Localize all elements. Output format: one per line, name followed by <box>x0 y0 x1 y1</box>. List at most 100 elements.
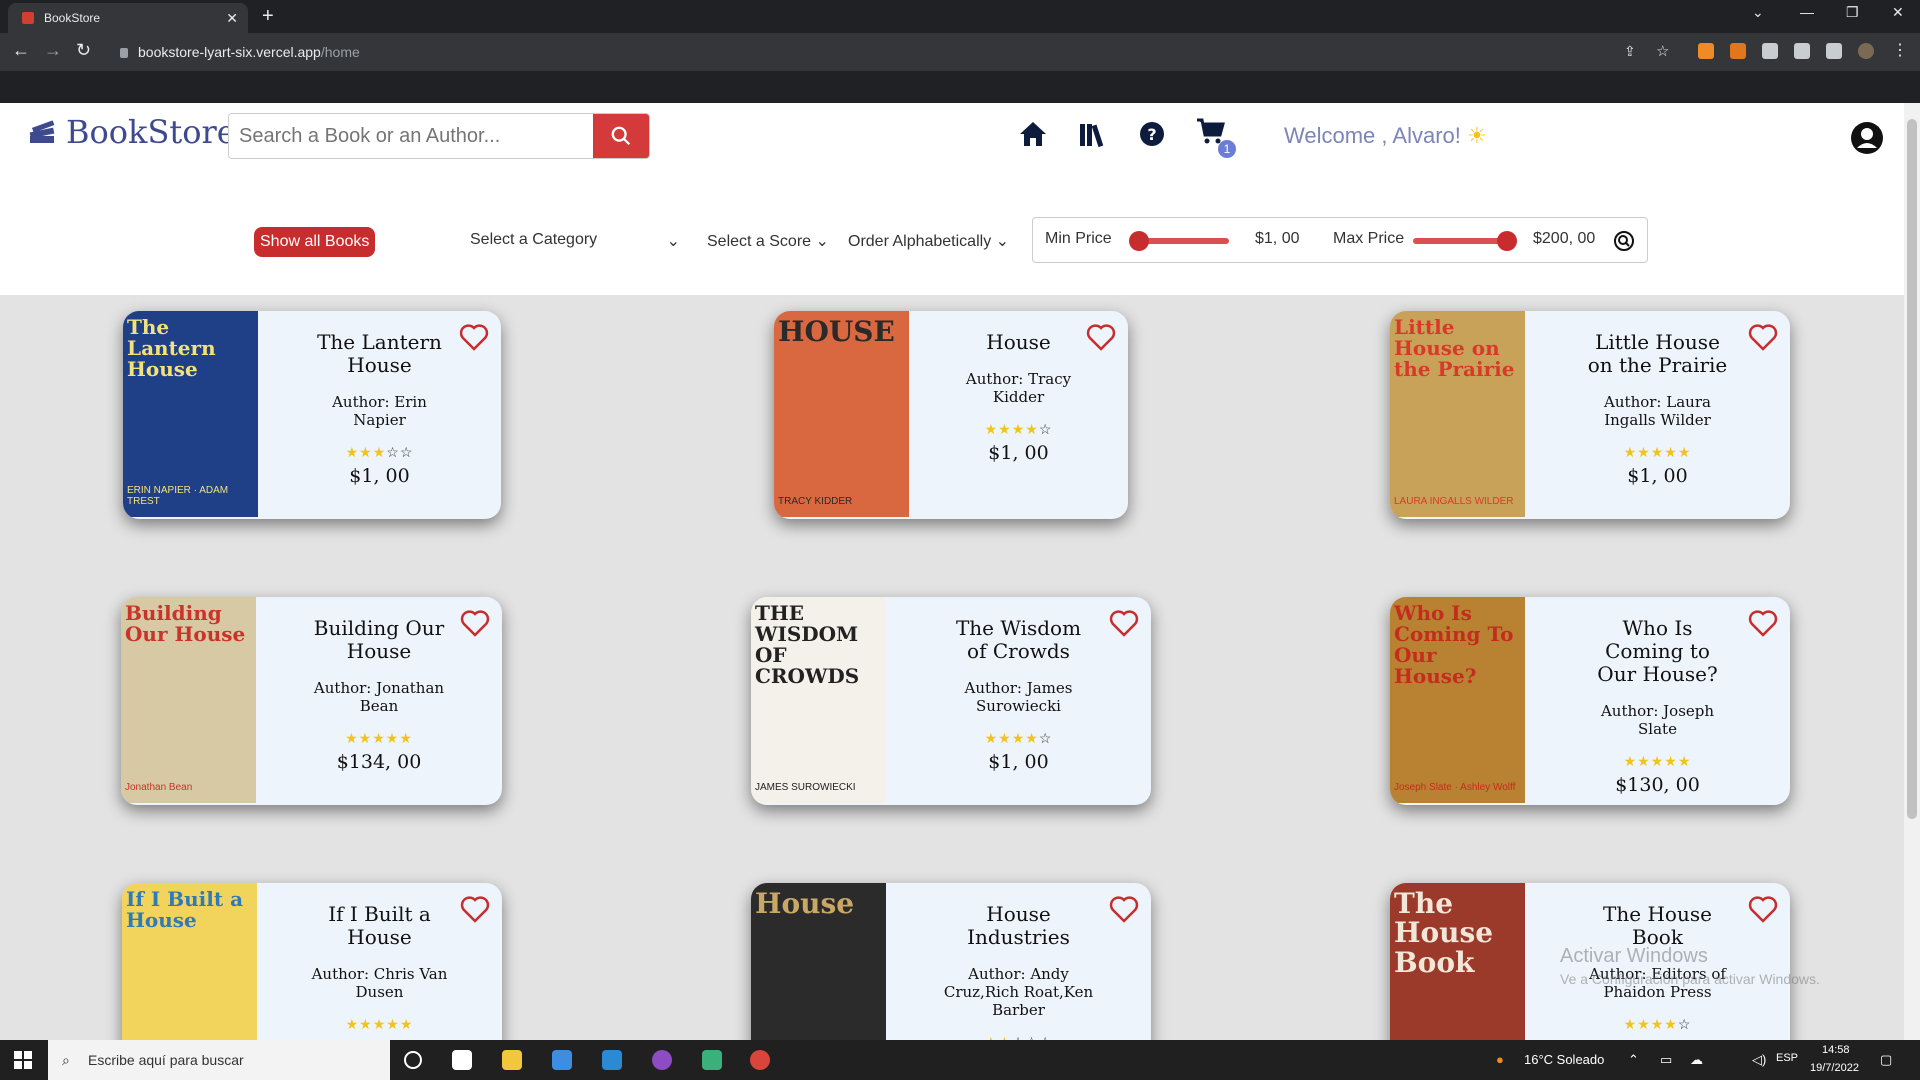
book-title[interactable]: The Lantern House <box>305 331 455 377</box>
book-cover-image[interactable]: Who Is Coming To Our House? Joseph Slate … <box>1390 597 1525 803</box>
book-cover-image[interactable]: Little House on the Prairie LAURA INGALLS… <box>1390 311 1525 517</box>
browser-tab[interactable]: BookStore ✕ <box>8 3 248 33</box>
library-icon[interactable] <box>1078 120 1108 148</box>
favorite-heart-icon[interactable] <box>1748 609 1778 637</box>
min-price-slider[interactable] <box>1129 231 1229 251</box>
max-price-slider-knob[interactable] <box>1497 231 1517 251</box>
notifications-icon[interactable]: ▢ <box>1880 1052 1892 1068</box>
cart-button[interactable]: 1 <box>1196 117 1236 158</box>
tab-search-icon[interactable]: ⌄ <box>1752 4 1764 21</box>
score-select[interactable]: Select a Score ⌄ <box>707 231 829 251</box>
star-filled-icon: ★ <box>359 445 373 461</box>
book-cover-image[interactable]: THE WISDOM OF CROWDS JAMES SUROWIECKI <box>751 597 886 803</box>
show-all-books-button[interactable]: Show all Books <box>254 227 376 257</box>
book-title[interactable]: Who Is Coming to Our House? <box>1583 617 1733 686</box>
scrollbar-thumb[interactable] <box>1907 119 1917 819</box>
new-tab-button[interactable]: + <box>262 5 274 28</box>
search-button[interactable] <box>593 114 649 158</box>
min-price-label: Min Price <box>1045 230 1112 247</box>
favorite-heart-icon[interactable] <box>1748 323 1778 351</box>
metamask-icon[interactable] <box>1730 43 1746 59</box>
bookmark-star-icon[interactable]: ☆ <box>1656 42 1669 60</box>
favorite-heart-icon[interactable] <box>1086 323 1116 351</box>
taskbar-search[interactable]: ⌕ Escribe aquí para buscar <box>48 1040 390 1080</box>
book-card[interactable]: Little House on the Prairie LAURA INGALLS… <box>1390 311 1790 519</box>
restore-button[interactable]: ❐ <box>1846 4 1859 21</box>
address-bar[interactable]: bookstore-lyart-six.vercel.app/home <box>110 38 1570 66</box>
book-card[interactable]: The Lantern House ERIN NAPIER · ADAM TRES… <box>123 311 501 519</box>
extensions-puzzle-icon[interactable] <box>1762 43 1778 59</box>
book-rating: ★★★☆☆ <box>258 445 501 461</box>
windows-start-icon[interactable] <box>14 1051 32 1069</box>
language-indicator[interactable]: ESP <box>1776 1052 1798 1064</box>
book-title[interactable]: House <box>944 331 1094 354</box>
book-card[interactable]: HOUSE TRACY KIDDER House Author: Tracy Kidd… <box>774 311 1128 519</box>
min-price-slider-knob[interactable] <box>1129 231 1149 251</box>
extension-pen-icon[interactable] <box>1698 43 1714 59</box>
task-view-icon[interactable] <box>452 1050 472 1070</box>
reload-button[interactable]: ↻ <box>76 40 91 61</box>
favorite-heart-icon[interactable] <box>459 323 489 351</box>
favorite-heart-icon[interactable] <box>1748 895 1778 923</box>
profile-avatar-icon[interactable] <box>1858 43 1874 59</box>
tray-chevron-icon[interactable]: ⌃ <box>1628 1052 1639 1068</box>
reading-list-icon[interactable] <box>1794 43 1810 59</box>
minimize-button[interactable]: — <box>1800 4 1814 20</box>
slack-icon[interactable] <box>702 1050 722 1070</box>
book-cover-author: ERIN NAPIER · ADAM TREST <box>127 485 229 507</box>
mail-icon[interactable] <box>552 1050 572 1070</box>
favorite-heart-icon[interactable] <box>460 895 490 923</box>
book-title[interactable]: The House Book <box>1583 903 1733 949</box>
category-select[interactable]: Select a Category ⌄ <box>470 231 680 250</box>
favorite-heart-icon[interactable] <box>460 609 490 637</box>
book-cover-image[interactable]: HOUSE TRACY KIDDER <box>774 311 909 517</box>
search-input[interactable] <box>229 114 593 158</box>
tab-close-icon[interactable]: ✕ <box>226 10 238 27</box>
home-icon[interactable] <box>1018 120 1048 148</box>
book-card[interactable]: THE WISDOM OF CROWDS JAMES SUROWIECKI The … <box>751 597 1151 805</box>
clock-date[interactable]: 19/7/2022 <box>1810 1062 1859 1074</box>
cortana-icon[interactable] <box>404 1051 422 1069</box>
book-title[interactable]: House Industries <box>944 903 1094 949</box>
book-cover-image[interactable]: If I Built a HouseChris Van Dusen <box>122 883 257 1040</box>
book-cover-image[interactable]: House <box>751 883 886 1040</box>
book-title[interactable]: The Wisdom of Crowds <box>944 617 1094 663</box>
max-price-slider[interactable] <box>1413 231 1517 251</box>
onedrive-icon[interactable]: ☁ <box>1690 1052 1703 1068</box>
share-icon[interactable]: ⇪ <box>1624 43 1636 60</box>
weather-text[interactable]: 16°C Soleado <box>1524 1052 1604 1067</box>
file-explorer-icon[interactable] <box>502 1050 522 1070</box>
network-icon[interactable]: ▭ <box>1660 1052 1672 1068</box>
star-filled-icon: ★ <box>1677 445 1692 461</box>
side-panel-icon[interactable] <box>1826 43 1842 59</box>
favorite-heart-icon[interactable] <box>1109 895 1139 923</box>
book-title[interactable]: If I Built a House <box>305 903 455 949</box>
help-icon[interactable]: ? <box>1138 120 1166 148</box>
book-card[interactable]: House House Industries Author: Andy Cruz,R… <box>751 883 1151 1040</box>
price-search-icon[interactable] <box>1613 230 1635 252</box>
page-scrollbar[interactable] <box>1904 103 1920 1040</box>
logo[interactable]: BookStore <box>26 113 236 151</box>
book-title[interactable]: Little House on the Prairie <box>1583 331 1733 377</box>
back-button[interactable]: ← <box>12 40 30 61</box>
forward-button[interactable]: → <box>44 40 62 61</box>
vscode-icon[interactable] <box>602 1050 622 1070</box>
volume-icon[interactable]: ◁) <box>1752 1052 1766 1068</box>
clock-time[interactable]: 14:58 <box>1822 1044 1850 1056</box>
chrome-icon[interactable] <box>750 1050 770 1070</box>
book-cover-title: House <box>755 887 855 920</box>
book-cover-image[interactable]: The House Book <box>1390 883 1525 1040</box>
app-circle-icon[interactable] <box>652 1050 672 1070</box>
browser-menu-icon[interactable]: ⋮ <box>1892 40 1908 60</box>
book-cover-image[interactable]: The Lantern House ERIN NAPIER · ADAM TRES… <box>123 311 258 517</box>
book-cover-image[interactable]: Building Our House Jonathan Bean <box>121 597 256 803</box>
book-card[interactable]: If I Built a HouseChris Van Dusen If I Bu… <box>122 883 502 1040</box>
user-account-icon[interactable] <box>1850 121 1884 155</box>
book-title[interactable]: Building Our House <box>304 617 454 663</box>
book-cover-title: Who Is Coming To Our House? <box>1394 601 1514 688</box>
book-card[interactable]: Building Our House Jonathan Bean Building … <box>121 597 502 805</box>
window-close-button[interactable]: ✕ <box>1892 4 1904 21</box>
book-card[interactable]: Who Is Coming To Our House? Joseph Slate … <box>1390 597 1790 805</box>
favorite-heart-icon[interactable] <box>1109 609 1139 637</box>
order-select[interactable]: Order Alphabetically ⌄ <box>848 231 1009 251</box>
